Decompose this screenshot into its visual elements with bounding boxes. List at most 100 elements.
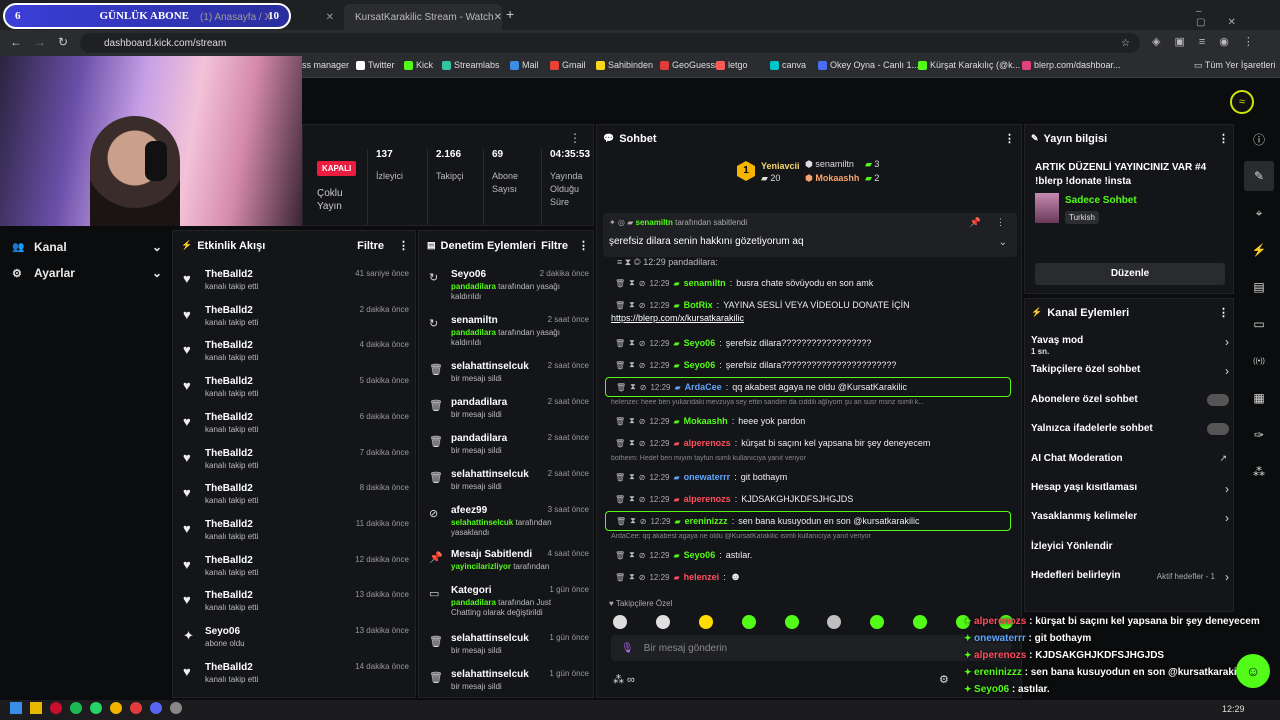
tab-twitter[interactable]: (1) Anasayfa / X ✕: [200, 4, 340, 30]
discord-icon[interactable]: [150, 702, 162, 714]
delete-icon[interactable]: 🗑: [616, 383, 626, 392]
sidebar-item-kanal[interactable]: 👥 Kanal ⌄: [12, 240, 162, 254]
bookmark-item[interactable]: Okey Oyna - Canlı 1...: [818, 60, 919, 70]
timeout-icon[interactable]: ⧗: [629, 494, 635, 504]
mic-icon[interactable]: 🎙: [621, 643, 634, 654]
spotify-icon[interactable]: [70, 702, 82, 714]
reload-icon[interactable]: ↻: [58, 35, 68, 49]
chat-username[interactable]: Seyo06: [684, 360, 716, 370]
close-icon[interactable]: ✕: [326, 12, 340, 23]
bookmark-item[interactable]: letgo: [716, 60, 748, 70]
pencil-icon[interactable]: ✎: [1244, 161, 1274, 191]
delete-icon[interactable]: 🗑: [615, 417, 625, 426]
chat-username[interactable]: Seyo06: [684, 550, 716, 560]
bookmark-item[interactable]: canva: [770, 60, 806, 70]
category-name[interactable]: Sadece Sohbet: [1065, 195, 1137, 206]
channel-action-3[interactable]: Yalnızca ifadelerle sohbet: [1031, 419, 1229, 445]
ban-icon[interactable]: ⊘: [639, 473, 646, 482]
more-icon[interactable]: ⋮: [1004, 132, 1015, 145]
chrome-icon[interactable]: [110, 702, 122, 714]
star-icon[interactable]: ☆: [1121, 38, 1130, 49]
more-icon[interactable]: ⋮: [1218, 132, 1229, 145]
ban-icon[interactable]: ⊘: [640, 517, 647, 526]
ban-icon[interactable]: ⊘: [639, 551, 646, 560]
extension-icons[interactable]: ◈▣≡◉⋮: [1152, 35, 1268, 48]
back-icon[interactable]: ←: [10, 35, 22, 49]
unpin-icon[interactable]: 📌: [970, 217, 981, 228]
channel-action-7[interactable]: İzleyici Yönlendir: [1031, 537, 1229, 563]
timeout-icon[interactable]: ⧗: [629, 550, 635, 560]
support-bubble[interactable]: ☺: [1236, 654, 1270, 688]
emote-icon[interactable]: [698, 615, 713, 629]
timeout-icon[interactable]: ⧗: [629, 472, 635, 482]
channel-action-6[interactable]: Yasaklanmış kelimeler ›: [1031, 507, 1229, 533]
bookmark-item[interactable]: Kürşat Karakılıç (@k...: [918, 60, 1020, 70]
layout-icon[interactable]: ▦: [1244, 383, 1274, 413]
timeout-icon[interactable]: ⧗: [629, 338, 635, 348]
more-icon[interactable]: ⋮: [398, 239, 409, 252]
chat-username[interactable]: alperenozs: [684, 494, 731, 504]
timeout-icon[interactable]: ⧗: [630, 516, 636, 526]
chat-username[interactable]: onewaterrr: [684, 472, 731, 482]
forward-icon[interactable]: →: [34, 35, 46, 49]
taskbar-clock[interactable]: 12:29: [1222, 704, 1245, 714]
chevron-down-icon[interactable]: ⌄: [999, 237, 1007, 248]
app-icon[interactable]: [50, 702, 62, 714]
list-icon[interactable]: ▤: [1244, 272, 1274, 302]
delete-icon[interactable]: 🗑: [615, 551, 625, 560]
toggle-switch[interactable]: [1207, 423, 1229, 436]
bolt-icon[interactable]: ⚡: [1244, 235, 1274, 265]
timeout-icon[interactable]: ⧗: [629, 572, 635, 582]
more-icon[interactable]: ⋮: [569, 131, 581, 145]
emote-icon[interactable]: [827, 615, 842, 629]
folder-icon[interactable]: [30, 702, 42, 714]
close-icon[interactable]: ✕: [494, 12, 502, 23]
emote-icon[interactable]: [613, 615, 627, 629]
chat-settings-icon[interactable]: ⚙: [939, 673, 949, 686]
filter-button[interactable]: Filtre: [541, 240, 568, 252]
ban-icon[interactable]: ⊘: [640, 383, 647, 392]
bookmark-item[interactable]: GeoGuessr: [660, 60, 718, 70]
sidebar-item-ayarlar[interactable]: ⚙ Ayarlar ⌄: [12, 266, 162, 280]
delete-icon[interactable]: 🗑: [615, 573, 625, 582]
bookmark-item[interactable]: Gmail: [550, 60, 586, 70]
emote-icon[interactable]: [655, 615, 670, 629]
emote-icon[interactable]: [913, 615, 928, 629]
chat-username[interactable]: senamiltn: [684, 278, 726, 288]
ban-icon[interactable]: ⊘: [639, 279, 646, 288]
delete-icon[interactable]: 🗑: [615, 439, 625, 448]
target-icon[interactable]: ⌖: [1244, 198, 1274, 228]
channel-action-5[interactable]: Hesap yaşı kısıtlaması ›: [1031, 478, 1229, 504]
bookmark-item[interactable]: Mail: [510, 60, 539, 70]
more-icon[interactable]: ⋮: [578, 239, 589, 252]
bookmark-item[interactable]: Kick: [404, 60, 433, 70]
chat-icon[interactable]: ▭: [1244, 309, 1274, 339]
bookmark-item[interactable]: ss manager: [302, 60, 349, 70]
filter-button[interactable]: Filtre: [357, 240, 384, 252]
bookmark-item[interactable]: Sahibinden: [596, 60, 653, 70]
emote-icon[interactable]: [784, 615, 799, 629]
edit-stream-button[interactable]: Düzenle: [1035, 263, 1225, 285]
emote-icon[interactable]: [741, 615, 756, 629]
ban-icon[interactable]: ⊘: [639, 573, 646, 582]
chat-link[interactable]: https://blerp.com/x/kursatkarakilic: [611, 313, 744, 323]
chat-tools-icon[interactable]: ⁂ ∞: [613, 673, 635, 686]
bookmark-item[interactable]: Streamlabs: [442, 60, 500, 70]
timeout-icon[interactable]: ⧗: [629, 360, 635, 370]
delete-icon[interactable]: 🗑: [616, 517, 626, 526]
ban-icon[interactable]: ⊘: [639, 361, 646, 370]
channel-action-2[interactable]: Abonelere özel sohbet: [1031, 390, 1229, 416]
timeout-icon[interactable]: ⧗: [629, 416, 635, 426]
app-icon[interactable]: [170, 702, 182, 714]
chat-username[interactable]: ereninizzz: [685, 516, 728, 526]
chat-input[interactable]: 🎙 Bir mesaj gönderin: [611, 635, 1011, 661]
ban-icon[interactable]: ⊘: [639, 439, 646, 448]
bookmark-item[interactable]: Twitter: [356, 60, 395, 70]
tab-kick-stream[interactable]: KursatKarakilic Stream - Watch ✕: [344, 4, 502, 30]
chat-username[interactable]: ArdaCee: [685, 382, 722, 392]
info-icon[interactable]: ⓘ: [1244, 124, 1274, 154]
address-bar[interactable]: dashboard.kick.com/stream ☆: [80, 33, 1140, 53]
delete-icon[interactable]: 🗑: [615, 495, 625, 504]
timeout-icon[interactable]: ⧗: [630, 382, 636, 392]
delete-icon[interactable]: 🗑: [615, 361, 625, 370]
